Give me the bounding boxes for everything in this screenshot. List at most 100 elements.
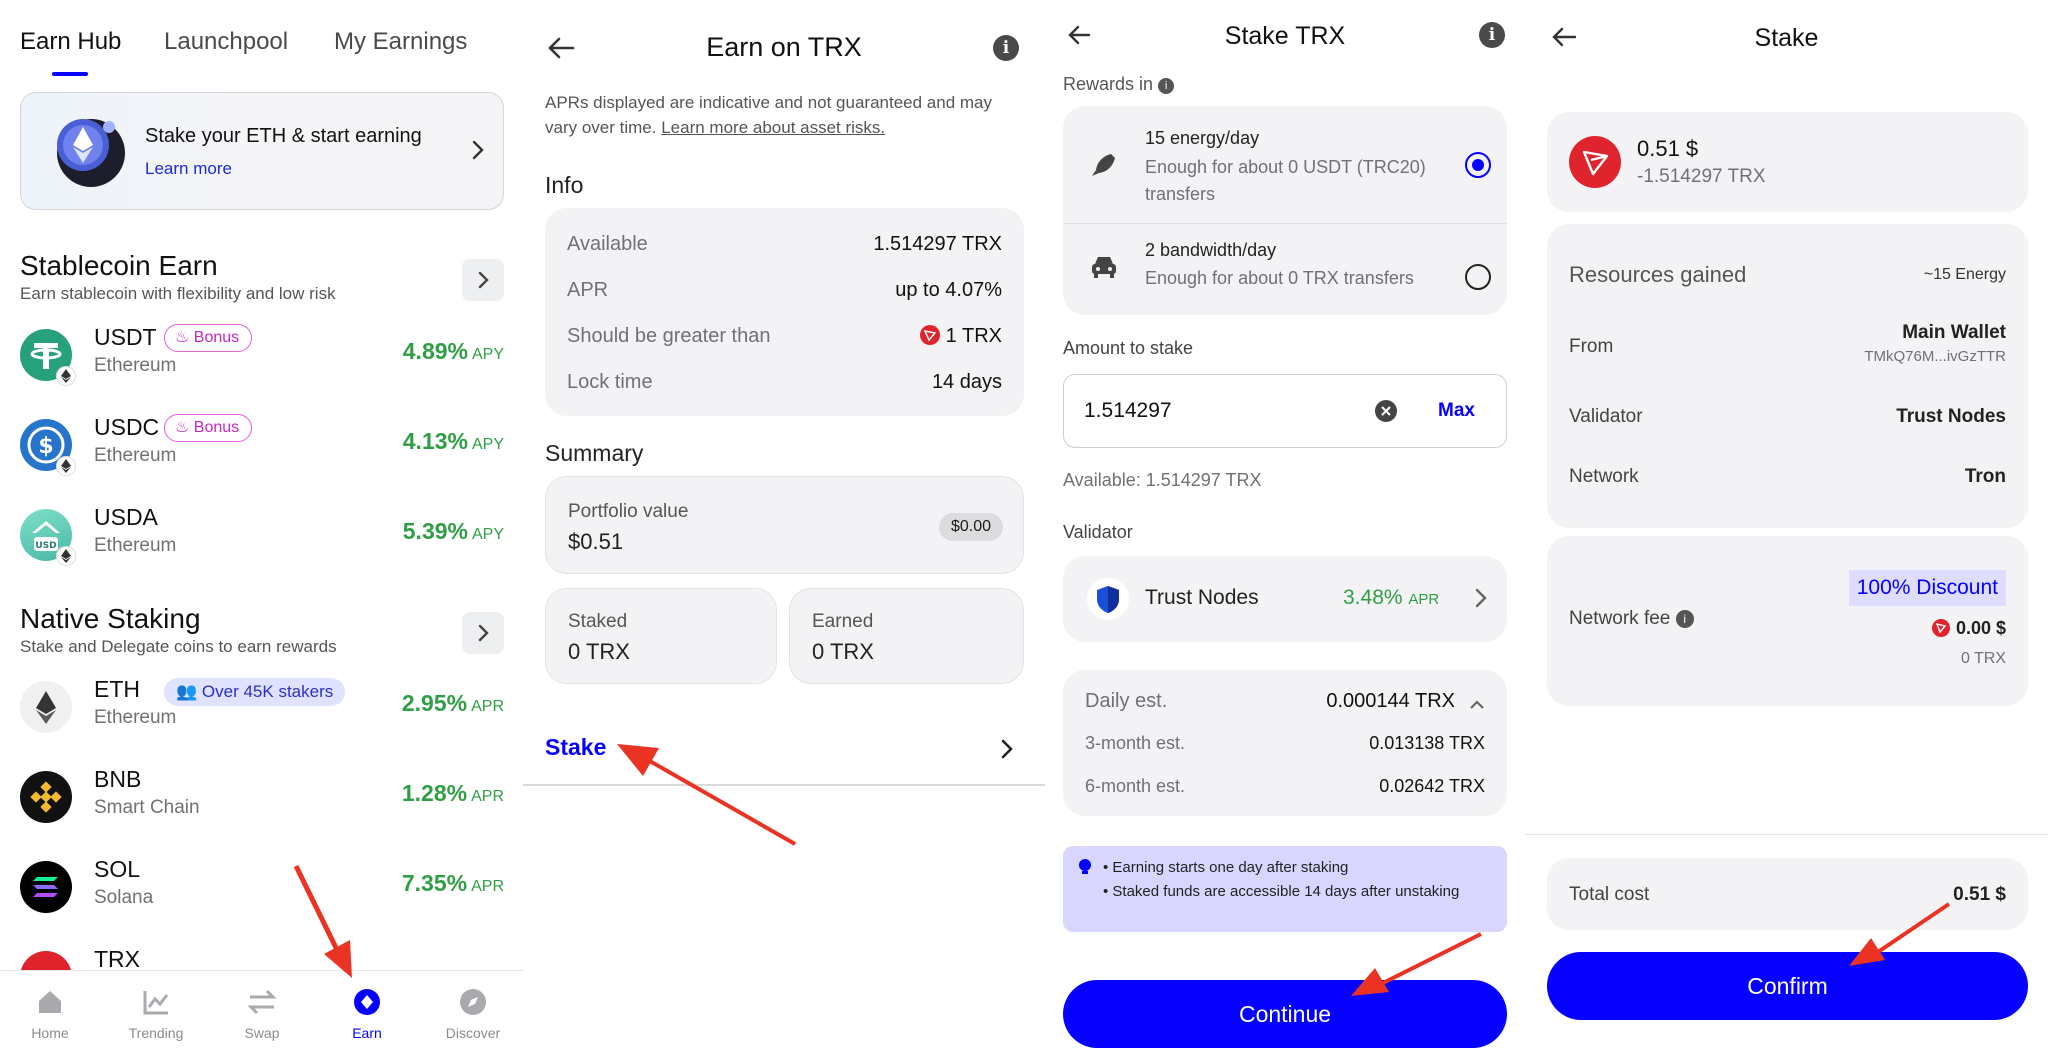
bandwidth-option[interactable]: 2 bandwidth/day Enough for about 0 TRX t… [1063,224,1507,315]
energy-option[interactable]: 15 energy/day Enough for about 0 USDT (T… [1063,106,1507,224]
estimate-key: Daily est. [1085,690,1168,712]
rate-unit: APR [471,698,504,715]
staked-value: 0 TRX [568,639,630,664]
coin-rate: 7.35% APR [402,870,504,897]
list-item-usdc[interactable]: $ USDC ♨ Bonus Ethereum 4.13% APY [20,412,504,482]
validator-row[interactable]: Trust Nodes 3.48% APR [1063,556,1507,642]
validator-value: Trust Nodes [1896,406,2006,427]
fire-icon: ♨ [175,329,190,346]
network-label: Network [1569,466,1639,487]
nav-discover[interactable]: Discover [428,985,518,1041]
asset-risks-link[interactable]: Learn more about asset risks. [661,118,885,137]
nav-home[interactable]: Home [5,985,95,1041]
info-icon[interactable]: i [1479,22,1505,48]
car-icon [1089,254,1119,285]
earn-icon [322,985,412,1019]
amount-value: 1.514297 [1084,399,1172,422]
chart-icon [111,985,201,1019]
svg-text:$: $ [38,434,53,459]
energy-option-subtitle: Enough for about 0 USDT (TRC20) transfer… [1145,157,1426,204]
coin-rate: 4.89% APY [403,338,504,365]
stake-link[interactable]: Stake [545,734,606,761]
confirm-button[interactable]: Confirm [1547,952,2028,1020]
list-item-usdt[interactable]: USDT ♨ Bonus Ethereum 4.89% APY [20,322,504,392]
validator-label: Validator [1063,522,1133,542]
info-icon[interactable]: i [1158,78,1175,94]
from-label: From [1569,336,1614,357]
coin-chain: Ethereum [94,445,177,466]
stablecoin-section-subtitle: Earn stablecoin with flexibility and low… [20,284,336,303]
rate-value: 4.13% [402,428,468,454]
coin-chain: Ethereum [94,707,177,728]
bonus-badge-label: Bonus [193,419,240,436]
bnb-logo-icon [20,771,72,823]
tab-my-earnings[interactable]: My Earnings [334,28,467,56]
banner-learn-more-link[interactable]: Learn more [145,159,232,179]
nav-earn[interactable]: Earn [322,985,412,1041]
chevron-up-icon[interactable] [1469,694,1485,717]
bandwidth-option-subtitle: Enough for about 0 TRX transfers [1145,268,1414,288]
portfolio-value: $0.51 [568,529,624,554]
tab-launchpool[interactable]: Launchpool [164,28,288,56]
info-key: Should be greater than [567,325,771,347]
continue-button[interactable]: Continue [1063,980,1507,1048]
network-value: Tron [1964,466,2006,487]
total-value: 0.51 $ [1953,884,2006,905]
coin-chain: Ethereum [94,535,177,556]
coin-name: USDC [94,414,160,440]
coin-name: ETH [94,676,140,702]
validator-rate-value: 3.48% [1343,586,1403,609]
stakers-badge: 👥 Over 45K stakers [164,678,346,706]
nav-label: Home [31,1025,69,1041]
bandwidth-option-title: 2 bandwidth/day [1145,240,1277,260]
info-value: 14 days [931,371,1002,393]
info-icon[interactable]: i [1675,610,1694,628]
validator-name: Trust Nodes [1145,586,1259,609]
eth-logo-icon [20,681,72,733]
info-icon[interactable]: i [993,35,1019,61]
apr-disclaimer: APRs displayed are indicative and not gu… [545,90,1025,140]
validator-rate: 3.48% APR [1343,586,1439,610]
estimate-value: 0.000144 TRX [1326,690,1455,712]
resources-label: Resources gained [1569,262,1747,287]
tab-earn-hub[interactable]: Earn Hub [20,28,121,56]
stake-trx-panel: Stake TRX i Rewards in i 15 energy/day E… [1045,0,1525,1059]
summary-heading: Summary [545,440,644,466]
list-item-usda[interactable]: USD USDA Ethereum 5.39% APY [20,502,504,572]
staking-notice: • Earning starts one day after staking •… [1063,846,1507,932]
list-item-sol[interactable]: SOL Solana 7.35% APR [20,854,504,924]
bonus-badge-label: Bonus [193,329,240,346]
earned-card: Earned 0 TRX [789,588,1024,684]
amount-input[interactable]: 1.514297 Max [1063,374,1507,448]
list-item-bnb[interactable]: BNB Smart Chain 1.28% APR [20,764,504,834]
chevron-right-icon [471,139,485,166]
people-icon: 👥 [176,682,198,701]
clear-icon[interactable] [1374,399,1398,428]
usda-logo-text: USD [35,541,56,551]
bonus-badge: ♨ Bonus [164,414,253,442]
stake-action-row[interactable]: Stake [523,720,1045,786]
notice-item: • Staked funds are accessible 14 days af… [1103,883,1460,900]
earned-label: Earned [812,611,874,632]
rate-value: 5.39% [402,518,468,544]
bandwidth-radio[interactable] [1465,264,1491,290]
energy-radio[interactable] [1465,152,1491,178]
nav-trending[interactable]: Trending [111,985,201,1041]
notice-list: • Earning starts one day after staking •… [1103,856,1493,904]
estimate-value: 0.013138 TRX [1369,733,1485,753]
rewards-label: Rewards in i [1063,74,1175,95]
eth-promo-banner[interactable]: Stake your ETH & start earning Learn mor… [20,92,504,210]
native-staking-see-all-button[interactable] [462,612,504,654]
estimate-key: 6-month est. [1085,776,1186,796]
nav-swap[interactable]: Swap [217,985,307,1041]
info-heading: Info [545,172,584,198]
info-card: Available 1.514297 TRX APR up to 4.07% Sho… [545,208,1024,416]
rate-value: 1.28% [401,780,468,806]
network-fee-card: Network fee i 100% Discount 0.00 $ 0 TRX [1547,536,2028,706]
max-button[interactable]: Max [1438,400,1475,422]
coin-name: USDA [94,504,158,530]
list-item-eth[interactable]: ETH 👥 Over 45K stakers Ethereum 2.95% APR [20,674,504,744]
stablecoin-see-all-button[interactable] [462,259,504,301]
coin-chain: Smart Chain [94,797,200,818]
from-address: TMkQ76M...ivGzTTR [1864,348,2006,365]
